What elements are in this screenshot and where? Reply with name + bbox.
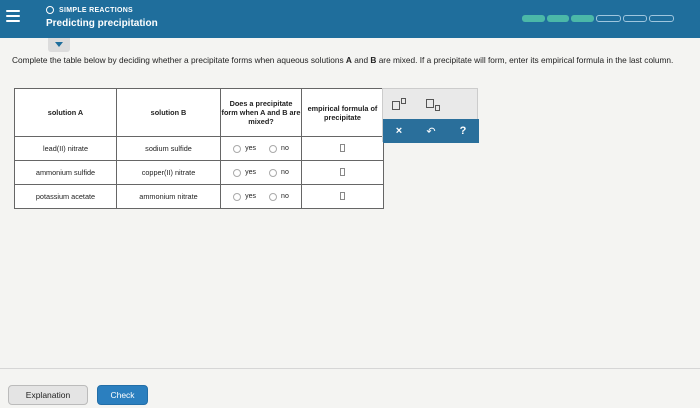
superscript-icon [392, 101, 400, 110]
cell-formula [301, 184, 384, 209]
progress-segment [546, 15, 570, 22]
cell-formula [301, 136, 384, 161]
circle-icon [46, 6, 54, 14]
yes-label: yes [245, 145, 257, 152]
no-radio[interactable] [269, 168, 278, 177]
progress-segment [596, 15, 621, 22]
no-radio[interactable] [269, 144, 278, 153]
instructions-text: and [351, 55, 371, 65]
header-solution-b: solution B [116, 88, 221, 137]
subscript-icon [426, 99, 434, 108]
no-label: no [281, 145, 289, 152]
formula-input[interactable] [340, 167, 345, 176]
progress-bar [522, 15, 675, 22]
clear-button[interactable]: × [383, 119, 415, 143]
instructions: Complete the table below by deciding whe… [12, 55, 698, 66]
cell-solution-a: lead(II) nitrate [14, 136, 117, 161]
cell-formula [301, 160, 384, 185]
subscript-button[interactable] [423, 97, 443, 113]
yes-label: yes [245, 193, 257, 200]
header-precipitate-question: Does a precipitate form when A and B are… [220, 88, 302, 137]
top-bar: SIMPLE REACTIONS Predicting precipitatio… [0, 0, 700, 38]
yes-radio[interactable] [233, 192, 242, 201]
no-radio[interactable] [269, 192, 278, 201]
table-row: potassium acetate ammonium nitrate yes n… [14, 184, 384, 209]
cell-yes-no: yes no [220, 160, 302, 185]
palette-actions: × ↶ ? [383, 119, 479, 143]
cell-solution-a: ammonium sulfide [14, 160, 117, 185]
explanation-button[interactable]: Explanation [8, 385, 88, 405]
no-label: no [281, 193, 289, 200]
section-row: SIMPLE REACTIONS [46, 6, 133, 14]
help-icon: ? [459, 125, 467, 137]
collapse-toggle-button[interactable] [48, 38, 70, 52]
precipitation-table: solution A solution B Does a precipitate… [14, 88, 384, 209]
yes-label: yes [245, 169, 257, 176]
table-row: ammonium sulfide copper(II) nitrate yes … [14, 160, 384, 185]
cell-solution-a: potassium acetate [14, 184, 117, 209]
header-solution-a: solution A [14, 88, 117, 137]
cell-solution-b: ammonium nitrate [116, 184, 221, 209]
formula-input[interactable] [340, 191, 345, 200]
undo-icon: ↶ [426, 125, 436, 138]
topic-title: Predicting precipitation [46, 18, 158, 29]
section-label: SIMPLE REACTIONS [59, 6, 134, 14]
instructions-text: are mixed. If a precipitate will form, e… [376, 55, 674, 65]
undo-button[interactable]: ↶ [415, 119, 447, 143]
cell-yes-no: yes no [220, 136, 302, 161]
progress-segment [649, 15, 675, 22]
header-empirical-formula: empirical formula of precipitate [301, 88, 384, 137]
menu-icon[interactable] [6, 10, 20, 22]
formula-palette: × ↶ ? [382, 88, 479, 143]
yes-radio[interactable] [233, 144, 242, 153]
footer-divider [0, 368, 700, 369]
cell-solution-b: copper(II) nitrate [116, 160, 221, 185]
help-button[interactable]: ? [447, 119, 479, 143]
no-label: no [281, 169, 289, 176]
close-icon: × [395, 125, 403, 137]
check-button[interactable]: Check [97, 385, 148, 405]
table-header-row: solution A solution B Does a precipitate… [14, 88, 384, 137]
progress-segment [522, 15, 545, 22]
progress-segment [622, 15, 648, 22]
formula-input[interactable] [340, 143, 345, 152]
superscript-button[interactable] [389, 97, 409, 113]
table-row: lead(II) nitrate sodium sulfide yes no [14, 136, 384, 161]
cell-solution-b: sodium sulfide [116, 136, 221, 161]
yes-radio[interactable] [233, 168, 242, 177]
cell-yes-no: yes no [220, 184, 302, 209]
progress-segment [571, 15, 595, 22]
instructions-text: Complete the table below by deciding whe… [12, 55, 346, 65]
